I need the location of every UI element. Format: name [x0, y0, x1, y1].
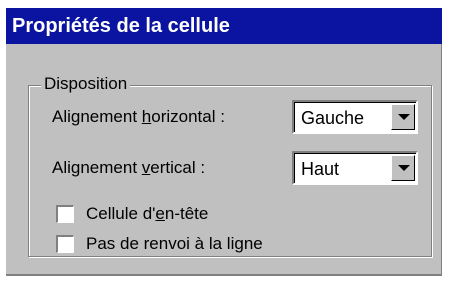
dialog-bottom-border [6, 274, 442, 276]
vertical-alignment-label: Alignement vertical : [52, 158, 206, 177]
horizontal-alignment-select[interactable]: Gauche [292, 100, 418, 134]
vertical-alignment-select[interactable]: Haut [292, 151, 418, 185]
horizontal-alignment-value: Gauche [301, 108, 365, 128]
cell-properties-dialog: Propriétés de la cellule Disposition Ali… [6, 8, 442, 276]
no-wrap-label[interactable]: Pas de renvoi à la ligne [86, 233, 263, 255]
chevron-down-icon [398, 165, 410, 171]
horizontal-alignment-label: Alignement horizontal : [52, 107, 225, 126]
dialog-title: Propriétés de la cellule [6, 8, 442, 44]
no-wrap-checkbox[interactable] [56, 235, 74, 253]
horizontal-dropdown-button[interactable] [391, 104, 415, 130]
header-cell-checkbox[interactable] [56, 205, 74, 223]
vertical-alignment-value: Haut [301, 159, 340, 179]
chevron-down-icon [398, 114, 410, 120]
header-cell-label[interactable]: Cellule d'en-tête [86, 203, 208, 225]
disposition-legend: Disposition [41, 74, 131, 94]
vertical-dropdown-button[interactable] [391, 155, 415, 181]
